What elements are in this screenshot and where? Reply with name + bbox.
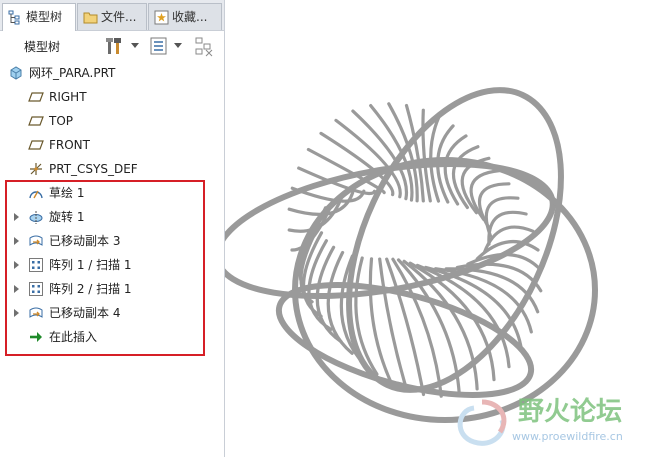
tree-item-front-plane[interactable]: FRONT (0, 134, 224, 156)
watermark-logo: 野火论坛 www.proewildfire.cn (457, 397, 623, 446)
show-dropdown-chevron[interactable] (174, 43, 182, 48)
tree-root-part[interactable]: 网环_PARA.PRT (0, 62, 224, 84)
datum-plane-icon (28, 116, 44, 126)
datum-plane-icon (28, 92, 44, 102)
watermark-url: www.proewildfire.cn (512, 430, 623, 443)
datum-plane-icon (28, 140, 44, 150)
tab-folder-browser[interactable]: 文件... (77, 3, 147, 30)
tree-item-csys[interactable]: PRT_CSYS_DEF (0, 158, 224, 180)
tree-item-label: TOP (49, 114, 74, 128)
highlight-box (5, 180, 205, 356)
tree-item-right-plane[interactable]: RIGHT (0, 86, 224, 108)
model-tree-toolbar: 模型树 (0, 31, 224, 61)
folder-icon (83, 12, 98, 24)
model-tree-panel: 模型树 文件... 收藏... 模型树 网环_PARA.PRT RIGHT TO… (0, 0, 225, 457)
tree-item-label: FRONT (49, 138, 90, 152)
tree-item-label: PRT_CSYS_DEF (49, 162, 138, 176)
model-tree-icon (8, 10, 20, 25)
tab-favorites[interactable]: 收藏... (148, 3, 222, 30)
tools-dropdown-chevron[interactable] (131, 43, 139, 48)
watermark-title: 野火论坛 (518, 397, 622, 427)
tab-model-tree[interactable]: 模型树 (2, 3, 76, 31)
filter-icon[interactable] (193, 35, 215, 57)
tree-item-label: RIGHT (49, 90, 87, 104)
tree-item-label: 网环_PARA.PRT (29, 66, 116, 80)
tab-label: 模型树 (26, 10, 63, 24)
tools-icon[interactable] (104, 35, 126, 57)
tree-item-top-plane[interactable]: TOP (0, 110, 224, 132)
coordinate-system-icon (30, 163, 42, 175)
tab-label: 文件... (101, 10, 137, 24)
mesh-group (214, 87, 598, 423)
favorites-icon (154, 10, 169, 25)
list-icon[interactable] (148, 35, 170, 57)
tab-label: 收藏... (172, 10, 208, 24)
model-tree-title: 模型树 (24, 40, 61, 54)
navigator-tabs: 模型树 文件... 收藏... (0, 0, 224, 31)
part-icon (10, 66, 22, 80)
mesh-rib (443, 134, 468, 206)
